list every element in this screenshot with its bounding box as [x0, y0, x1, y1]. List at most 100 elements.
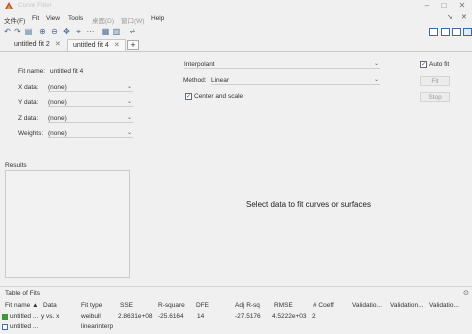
layout-single-icon[interactable] [463, 28, 472, 36]
y-data-dropdown[interactable]: (none) ⌄ [48, 98, 133, 107]
col-fit-name[interactable]: Fit name ▲ [5, 302, 39, 309]
y-data-value: (none) [48, 99, 67, 106]
method-label: Method: [183, 77, 207, 84]
fit-name-field[interactable]: untitled fit 4 [50, 68, 83, 75]
data-cursor-icon[interactable]: ⌖ [74, 28, 83, 36]
col-adj-r-sq[interactable]: Adj R-sq [235, 302, 260, 309]
tab-close-icon[interactable]: ✕ [114, 42, 120, 49]
table-of-fits-title: Table of Fits [5, 290, 41, 297]
tab-close-icon[interactable]: ✕ [55, 41, 61, 48]
tab-label: untitled fit 4 [73, 42, 109, 49]
menu-tools[interactable]: Tools [68, 15, 83, 22]
z-data-dropdown[interactable]: (none) ⌄ [48, 114, 133, 123]
dock-arrow-icon[interactable]: ➘ [447, 13, 453, 21]
col-dfe[interactable]: DFE [196, 302, 209, 309]
auto-fit-checkbox[interactable]: ✓ [420, 61, 427, 68]
col-fit-type[interactable]: Fit type [81, 302, 102, 309]
x-data-value: (none) [48, 84, 67, 91]
col-sse[interactable]: SSE [120, 302, 133, 309]
fit-button[interactable]: Fit [420, 76, 450, 86]
cell-coeff: 2 [312, 313, 316, 320]
weights-dropdown[interactable]: (none) ⌄ [48, 129, 133, 138]
cell-rmse: 4.5222e+03 [272, 313, 307, 320]
table-of-fits-bar [0, 286, 472, 297]
menu-file[interactable]: 文件(F) [4, 15, 25, 25]
results-panel [5, 170, 130, 278]
col-r-square[interactable]: R-square [158, 302, 185, 309]
cell-fit-type: linearinterp [81, 323, 114, 330]
method-value: Linear [211, 77, 230, 84]
fit-status-icon [2, 324, 8, 330]
y-data-label: Y data: [18, 99, 39, 106]
axes-limits-icon[interactable]: ⩫ [128, 28, 137, 36]
method-dropdown[interactable]: Linear ⌄ [211, 76, 380, 85]
x-data-label: X data: [18, 84, 39, 91]
cell-fit-type: weibull [81, 313, 101, 320]
chevron-down-icon: ⌄ [373, 77, 379, 83]
chevron-down-icon: ⌄ [126, 84, 132, 90]
fit-name-label: Fit name: [18, 68, 46, 75]
zoom-out-icon[interactable]: ⊖ [50, 28, 59, 36]
matlab-logo-icon [5, 2, 13, 9]
undo-icon[interactable]: ↶ [3, 28, 12, 36]
zoom-in-icon[interactable]: ⊕ [38, 28, 47, 36]
chevron-down-icon: ⌄ [126, 99, 132, 105]
z-data-label: Z data: [18, 115, 39, 122]
window-title: Curve Fitter [18, 2, 52, 9]
fit-status-icon [2, 314, 8, 320]
z-data-value: (none) [48, 115, 67, 122]
col-validation-1[interactable]: Validatio... [352, 302, 382, 309]
cell-data: y vs. x [41, 313, 60, 320]
weights-label: Weights: [18, 130, 44, 137]
print-icon[interactable]: ▤ [24, 28, 33, 36]
close-panel-icon[interactable]: ✕ [461, 13, 467, 21]
chevron-down-icon: ⌄ [126, 115, 132, 121]
redo-icon[interactable]: ↷ [13, 28, 22, 36]
col-data[interactable]: Data [43, 302, 57, 309]
layout-rows-icon[interactable] [452, 28, 461, 36]
col-validation-2[interactable]: Validation... [390, 302, 423, 309]
maximize-button[interactable]: □ [437, 0, 451, 11]
table-row[interactable]: untitled ... y vs. x weibull 2.8631e+08 … [0, 312, 472, 322]
cell-adj-r-sq: -27.5176 [235, 313, 261, 320]
fit-type-dropdown[interactable]: Interpolant ⌄ [184, 60, 380, 69]
close-button[interactable]: ✕ [455, 0, 469, 11]
minimize-button[interactable]: – [420, 0, 434, 11]
grid-icon[interactable]: ▥ [112, 28, 121, 36]
menu-help[interactable]: Help [151, 15, 164, 22]
cell-fit-name: untitled ... [10, 313, 39, 320]
auto-fit-label: Auto fit [429, 61, 450, 68]
tab-untitled-fit-4[interactable]: untitled fit 4 ✕ [67, 39, 126, 51]
chevron-down-icon: ⌄ [373, 61, 379, 67]
cell-dfe: 14 [197, 313, 205, 320]
plot-placeholder-message: Select data to fit curves or surfaces [246, 200, 371, 209]
stop-button[interactable]: Stop [420, 92, 450, 102]
title-bar [0, 0, 472, 12]
table-row[interactable]: untitled ... linearinterp [0, 322, 472, 332]
center-scale-label: Center and scale [194, 93, 244, 100]
cell-fit-name: untitled ... [10, 323, 39, 330]
pan-icon[interactable]: ✥ [62, 28, 71, 36]
menu-window[interactable]: 窗口(W) [121, 15, 144, 25]
x-data-dropdown[interactable]: (none) ⌄ [48, 83, 133, 92]
legend-icon[interactable]: ▦ [101, 28, 110, 36]
chevron-down-icon: ⌄ [126, 130, 132, 136]
exclude-icon[interactable]: ⋯ [86, 28, 95, 36]
center-scale-checkbox[interactable]: ✓ [185, 93, 192, 100]
cell-r-square: -25.6164 [158, 313, 184, 320]
fit-type-value: Interpolant [184, 61, 215, 68]
layout-columns-icon[interactable] [441, 28, 450, 36]
results-heading: Results [5, 162, 27, 169]
layout-grid-icon[interactable] [429, 28, 438, 36]
menu-view[interactable]: View [46, 15, 60, 22]
col-validation-3[interactable]: Validatio... [429, 302, 459, 309]
tab-untitled-fit-2[interactable]: untitled fit 2 ✕ [9, 39, 66, 51]
weights-value: (none) [48, 130, 67, 137]
menu-desktop[interactable]: 桌面(D) [92, 15, 114, 25]
collapse-icon[interactable]: ⊙ [463, 289, 469, 297]
col-coeff[interactable]: # Coeff [313, 302, 334, 309]
col-rmse[interactable]: RMSE [274, 302, 293, 309]
menu-fit[interactable]: Fit [32, 15, 39, 22]
plot-area [135, 150, 472, 280]
add-tab-button[interactable]: + [127, 40, 139, 50]
